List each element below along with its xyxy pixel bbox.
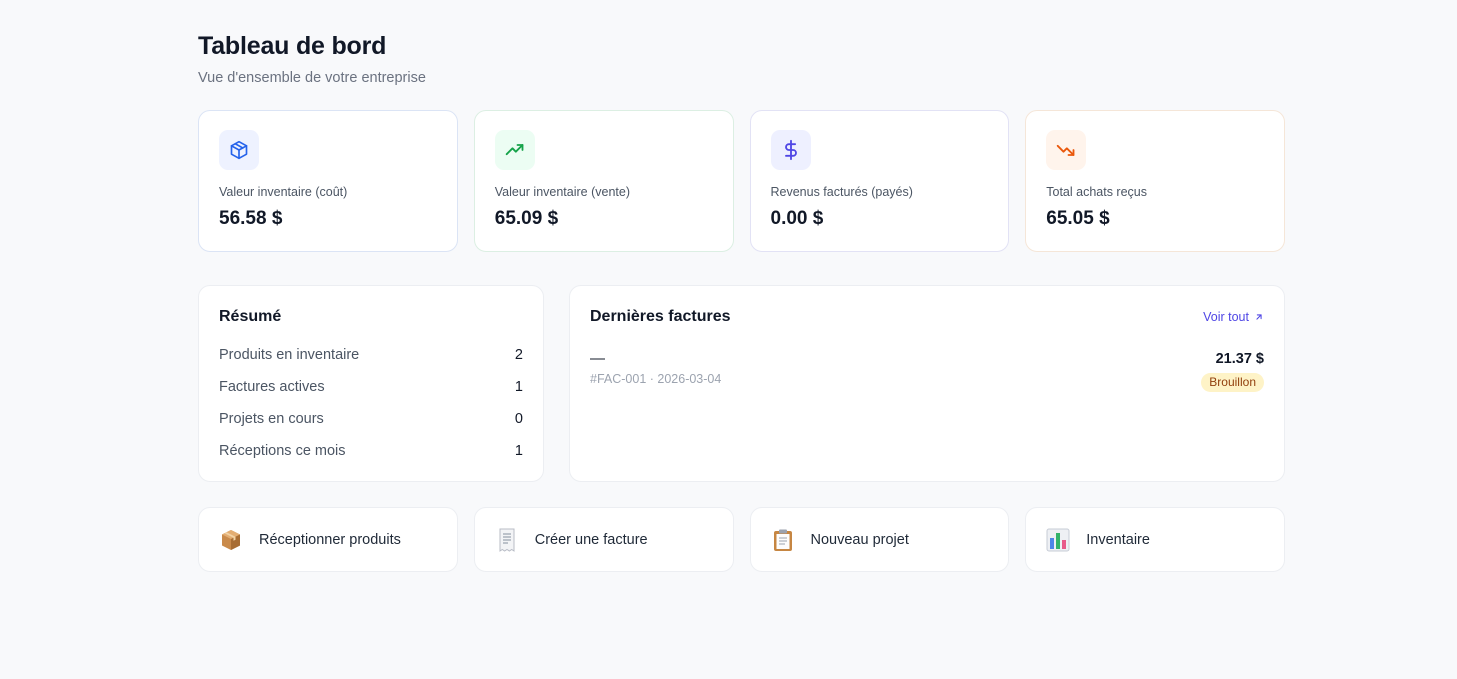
- stats-row: Valeur inventaire (coût) 56.58 $ Valeur …: [198, 110, 1285, 252]
- summary-label: Factures actives: [219, 379, 325, 395]
- summary-row: Factures actives 1: [219, 371, 523, 403]
- summary-value: 1: [514, 379, 523, 395]
- summary-value: 1: [514, 443, 523, 459]
- stat-card-inventory-cost: Valeur inventaire (coût) 56.58 $: [198, 110, 458, 252]
- quick-actions: Réceptionner produits Créer une facture: [198, 507, 1285, 572]
- action-label: Créer une facture: [534, 531, 648, 548]
- trending-down-icon: [1046, 130, 1087, 170]
- summary-label: Produits en inventaire: [219, 347, 360, 363]
- middle-row: Résumé Produits en inventaire 2 Factures…: [198, 285, 1285, 482]
- stat-value: 0.00 $: [770, 208, 824, 229]
- view-all-label: Voir tout: [1203, 310, 1249, 324]
- invoices-header: Dernières factures Voir tout: [590, 306, 1264, 328]
- dashboard-page: Tableau de bord Vue d'ensemble de votre …: [198, 30, 1285, 572]
- summary-panel: Résumé Produits en inventaire 2 Factures…: [198, 285, 544, 482]
- summary-label: Réceptions ce mois: [219, 443, 346, 459]
- trending-up-icon: [494, 130, 535, 170]
- summary-row: Projets en cours 0: [219, 403, 523, 435]
- invoice-client: —: [590, 350, 605, 367]
- summary-list: Produits en inventaire 2 Factures active…: [219, 339, 523, 467]
- box-icon: [219, 130, 259, 170]
- page-subtitle: Vue d'ensemble de votre entreprise: [198, 70, 426, 86]
- stat-value: 65.05 $: [1046, 208, 1110, 229]
- stat-card-inventory-sale: Valeur inventaire (vente) 65.09 $: [473, 110, 734, 252]
- summary-label: Projets en cours: [219, 411, 324, 427]
- summary-value: 0: [514, 411, 523, 427]
- summary-row: Réceptions ce mois 1: [219, 435, 523, 467]
- recent-invoices-panel: Dernières factures Voir tout — #FAC-001 …: [569, 285, 1285, 482]
- dollar-icon: [770, 130, 811, 170]
- clipboard-icon: [771, 528, 795, 552]
- invoice-meta: #FAC-001 · 2026-03-04: [590, 372, 722, 386]
- page-title: Tableau de bord: [198, 32, 387, 60]
- stat-label: Valeur inventaire (vente): [494, 185, 631, 199]
- action-label: Inventaire: [1086, 531, 1150, 548]
- package-icon: [219, 528, 243, 552]
- stat-value: 56.58 $: [219, 208, 283, 229]
- stat-value: 65.09 $: [494, 208, 559, 229]
- invoice-amount: 21.37 $: [1215, 351, 1264, 367]
- receive-products-button[interactable]: Réceptionner produits: [198, 507, 458, 572]
- new-project-button[interactable]: Nouveau projet: [749, 507, 1010, 572]
- action-label: Réceptionner produits: [259, 531, 401, 548]
- invoice-row[interactable]: — #FAC-001 · 2026-03-04 21.37 $ Brouillo…: [590, 348, 1264, 392]
- inventory-button[interactable]: Inventaire: [1025, 507, 1285, 572]
- summary-value: 2: [514, 347, 523, 363]
- action-label: Nouveau projet: [810, 531, 909, 548]
- bar-chart-icon: [1046, 528, 1070, 552]
- receipt-icon: [495, 528, 519, 552]
- create-invoice-button[interactable]: Créer une facture: [473, 507, 734, 572]
- view-all-link[interactable]: Voir tout: [1203, 310, 1264, 324]
- invoices-title: Dernières factures: [590, 308, 731, 325]
- stat-label: Valeur inventaire (coût): [219, 185, 348, 199]
- stat-label: Revenus facturés (payés): [770, 185, 913, 199]
- arrow-up-right-icon: [1256, 314, 1262, 320]
- summary-row: Produits en inventaire 2: [219, 339, 523, 371]
- stat-label: Total achats reçus: [1046, 185, 1147, 199]
- stat-card-purchases: Total achats reçus 65.05 $: [1025, 110, 1285, 252]
- status-badge: Brouillon: [1201, 373, 1264, 392]
- stat-card-revenue: Revenus facturés (payés) 0.00 $: [749, 110, 1010, 252]
- summary-title: Résumé: [219, 308, 282, 325]
